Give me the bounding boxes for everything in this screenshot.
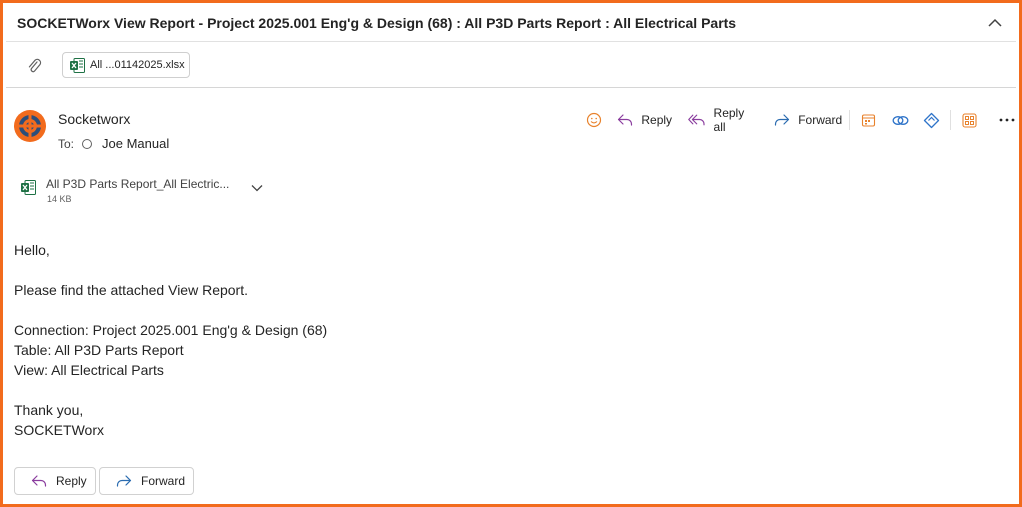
diamond-link-icon <box>923 112 940 128</box>
forward-button[interactable]: Forward <box>774 108 842 132</box>
body-thanks: Thank you, <box>14 402 84 418</box>
body-greeting: Hello, <box>14 242 50 258</box>
recipient-name[interactable]: Joe Manual <box>102 136 169 151</box>
paperclip-icon[interactable] <box>26 57 42 75</box>
calendar-addin-button[interactable] <box>857 108 880 132</box>
message-toolbar: Reply Reply all Forward <box>582 106 1019 134</box>
reply-all-label: Reply all <box>713 106 745 134</box>
toolbar-divider <box>849 110 851 130</box>
reply-button[interactable]: Reply <box>617 108 672 132</box>
footer-forward-button[interactable]: Forward <box>99 467 194 495</box>
link-icon <box>892 115 909 125</box>
calendar-icon <box>862 113 876 127</box>
reply-arrow-icon <box>618 114 633 126</box>
chevron-down-icon[interactable] <box>251 184 263 192</box>
message-body: Hello, Please find the attached View Rep… <box>14 240 327 440</box>
excel-file-icon <box>21 180 36 195</box>
body-connection: Connection: Project 2025.001 Eng'g & Des… <box>14 322 328 338</box>
subject-bar: SOCKETWorx View Report - Project 2025.00… <box>6 6 1016 42</box>
recipient-line: To: Joe Manual <box>58 136 169 151</box>
footer-reply-label: Reply <box>56 474 87 488</box>
footer-reply-button[interactable]: Reply <box>14 467 96 495</box>
attachment-chip[interactable]: All ...01142025.xlsx <box>62 52 190 78</box>
body-view: View: All Electrical Parts <box>14 362 164 378</box>
smiley-icon <box>586 112 601 128</box>
apps-grid-icon <box>962 112 978 128</box>
more-options-button[interactable] <box>996 108 1019 132</box>
reply-arrow-icon <box>31 475 47 487</box>
to-label: To: <box>58 136 75 151</box>
body-table: Table: All P3D Parts Report <box>14 342 184 358</box>
attachment-chip-label: All ...01142025.xlsx <box>90 59 185 71</box>
body-line: Please find the attached View Report. <box>14 282 249 298</box>
more-icon <box>999 118 1015 122</box>
link-addin-button[interactable] <box>889 108 912 132</box>
footer-forward-label: Forward <box>141 474 186 488</box>
loop-addin-button[interactable] <box>920 108 943 132</box>
forward-label: Forward <box>798 113 843 127</box>
reply-label: Reply <box>641 113 673 127</box>
email-subject: SOCKETWorx View Report - Project 2025.00… <box>17 15 737 31</box>
forward-arrow-icon <box>116 475 132 487</box>
toolbar-divider <box>950 110 952 130</box>
reaction-button[interactable] <box>582 108 605 132</box>
sender-name[interactable]: Socketworx <box>58 111 130 127</box>
attachment-card[interactable]: All P3D Parts Report_All Electric... 14 … <box>19 174 269 208</box>
chevron-up-icon[interactable] <box>986 14 1004 32</box>
apps-button[interactable] <box>958 108 981 132</box>
attachment-bar: All ...01142025.xlsx <box>6 43 1016 88</box>
reply-all-arrow-icon <box>688 114 705 126</box>
attachment-size: 14 KB <box>47 194 72 204</box>
attachment-name: All P3D Parts Report_All Electric... <box>46 177 230 191</box>
sender-avatar[interactable] <box>13 109 47 143</box>
presence-icon <box>82 138 93 149</box>
email-window: SOCKETWorx View Report - Project 2025.00… <box>0 0 1022 507</box>
forward-arrow-icon <box>775 114 790 126</box>
excel-file-icon <box>70 57 85 73</box>
reply-all-button[interactable]: Reply all <box>688 106 758 134</box>
body-signature: SOCKETWorx <box>14 422 104 438</box>
